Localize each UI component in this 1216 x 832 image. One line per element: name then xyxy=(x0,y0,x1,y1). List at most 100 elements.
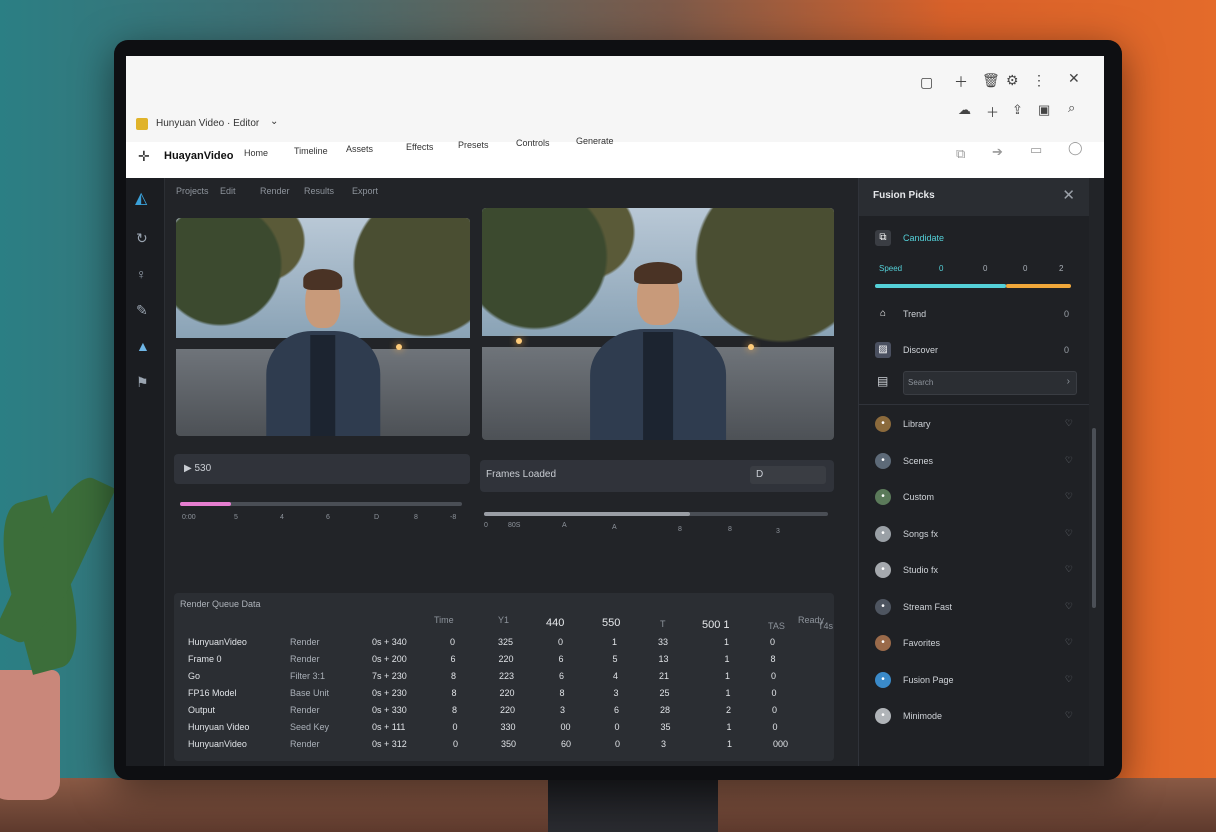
layout-icon[interactable]: ▭ xyxy=(1030,142,1042,158)
heart-icon[interactable]: ♡ xyxy=(1065,418,1073,429)
chevron-down-icon[interactable]: ⌄ xyxy=(270,116,278,127)
row-name: Go xyxy=(188,671,201,681)
heart-icon[interactable]: ♡ xyxy=(1065,455,1073,466)
table-cell: 60 xyxy=(561,739,572,749)
add-icon[interactable]: ✛ xyxy=(138,148,150,165)
add-tab-icon[interactable]: ＋ xyxy=(954,72,968,92)
table-cell: 0 xyxy=(770,637,776,647)
discover-row[interactable]: ▨ Discover 0 xyxy=(873,342,1073,362)
candidate-row[interactable]: ⧉ Candidate xyxy=(873,230,1073,250)
trend-row[interactable]: ⌂ Trend 0 xyxy=(873,306,1073,326)
chevron-right-icon: › xyxy=(1066,376,1070,387)
table-row[interactable]: Frame 0 Render 0s + 200 6 220 6 5 13 1 8 xyxy=(174,654,834,670)
list-item[interactable]: • Custom ♡ xyxy=(873,489,1073,509)
list-item[interactable]: • Fusion Page ♡ xyxy=(873,671,1073,692)
menu-item-effects[interactable]: Effects xyxy=(406,142,433,152)
brush-icon[interactable]: ✎ xyxy=(136,302,148,319)
list-item[interactable]: • Studio fx ♡ xyxy=(873,562,1073,582)
heart-icon[interactable]: ♡ xyxy=(1065,637,1073,648)
settings-icon[interactable]: ⚙ xyxy=(1006,72,1019,89)
heart-icon[interactable]: ♡ xyxy=(1065,674,1073,685)
close-window-icon[interactable]: ✕ xyxy=(1068,70,1080,87)
heart-icon[interactable]: ♡ xyxy=(1065,710,1073,721)
subnav-item[interactable]: Edit xyxy=(220,186,236,196)
table-row[interactable]: Go Filter 3:1 7s + 230 8 223 6 4 21 1 0 xyxy=(174,671,834,687)
logo-icon: ◭ xyxy=(135,190,148,207)
video-preview-right[interactable] xyxy=(482,208,834,440)
shape-icon[interactable]: ⚑ xyxy=(136,374,149,391)
table-cell: 0 xyxy=(772,705,778,715)
clock-icon[interactable]: ↻ xyxy=(136,230,148,247)
timeline-left[interactable] xyxy=(180,502,462,506)
list-item-label: Custom xyxy=(903,492,935,502)
frames-panel: Frames Loaded D xyxy=(480,460,834,492)
table-row[interactable]: FP16 Model Base Unit 0s + 230 8 220 8 3 25 1 0 xyxy=(174,688,834,704)
timeline-tick: 3 xyxy=(776,528,780,535)
subnav-item[interactable]: Projects xyxy=(176,186,209,196)
screenshot-icon[interactable]: ⧉ xyxy=(956,146,965,162)
drop-icon[interactable]: ▲ xyxy=(136,338,150,354)
scrollbar[interactable] xyxy=(1092,428,1096,608)
share-icon[interactable]: ⇪ xyxy=(1012,102,1023,118)
list-item[interactable]: • Songs fx ♡ xyxy=(873,525,1073,546)
menu-item-home[interactable]: Home xyxy=(244,148,268,158)
menu-item-presets[interactable]: Presets xyxy=(458,140,489,150)
timeline-right[interactable] xyxy=(484,512,828,516)
list-item[interactable]: • Library ♡ xyxy=(873,416,1073,436)
power-icon[interactable]: ◯ xyxy=(1068,140,1083,156)
timeline-tick: 8 xyxy=(414,514,418,521)
menu-item-controls[interactable]: Controls xyxy=(516,138,550,148)
list-item-label: Stream Fast xyxy=(903,601,953,612)
list-item-icon: • xyxy=(875,489,891,505)
list-item[interactable]: • Favorites ♡ xyxy=(873,635,1073,655)
table-cell: 000 xyxy=(773,739,789,749)
menu-item-timeline[interactable]: Timeline xyxy=(294,146,328,156)
subnav-item[interactable]: Render xyxy=(260,186,290,196)
subnav-item[interactable]: Export xyxy=(352,186,378,196)
add-icon[interactable]: ＋ xyxy=(986,102,999,121)
timeline-tick: 4 xyxy=(280,514,284,521)
table-cell: 0s + 200 xyxy=(372,654,407,664)
video-preview-left[interactable] xyxy=(176,218,470,436)
forward-icon[interactable]: ➔ xyxy=(992,144,1003,160)
timeline-tick: 5 xyxy=(234,514,238,521)
heart-icon[interactable]: ♡ xyxy=(1065,528,1073,539)
search-input[interactable]: Search › xyxy=(903,371,1077,395)
table-row[interactable]: Output Render 0s + 330 8 220 3 6 28 2 0 xyxy=(174,705,834,721)
search-icon[interactable]: ⌕ xyxy=(1068,100,1075,116)
heart-icon[interactable]: ♡ xyxy=(1065,564,1073,575)
frames-button[interactable]: D xyxy=(750,466,826,484)
app-logo-icon xyxy=(136,118,148,130)
playback-control[interactable]: ▶ 530 xyxy=(174,454,470,484)
subnav-item[interactable]: Results xyxy=(304,186,334,196)
render-queue-table: Render Queue Data Ready Time Y1 440 550 … xyxy=(174,593,834,761)
table-cell: 35 xyxy=(660,722,671,732)
trash-icon[interactable]: 🗑 xyxy=(982,72,1000,89)
column-header: 550 xyxy=(602,617,621,629)
progress-tick: 0 xyxy=(939,264,944,273)
play-label[interactable]: ▶ 530 xyxy=(184,463,211,474)
table-cell: 0 xyxy=(450,637,456,647)
list-item[interactable]: • Scenes ♡ xyxy=(873,452,1073,473)
progress-tick: 0 xyxy=(983,264,988,273)
menu-icon[interactable]: ⋮ xyxy=(1032,72,1046,89)
table-row[interactable]: HunyuanVideo Render 0s + 340 0 325 0 1 33 1 0 xyxy=(174,637,834,653)
close-icon[interactable]: ✕ xyxy=(1062,186,1075,204)
table-row[interactable]: HunyuanVideo Render 0s + 312 0 350 60 0 3 1 000 xyxy=(174,739,834,755)
table-row[interactable]: Hunyuan Video Seed Key 0s + 111 0 330 00 0 35 1 0 xyxy=(174,722,834,738)
table-cell: 21 xyxy=(659,671,670,681)
table-cell: Filter 3:1 xyxy=(290,671,326,681)
timeline-tick: 0 xyxy=(484,522,488,529)
balloon-icon[interactable]: ♀ xyxy=(136,266,147,282)
list-item[interactable]: • Minimode ♡ xyxy=(873,708,1073,728)
menu-item-generate[interactable]: Generate xyxy=(576,136,614,146)
frames-label: Frames Loaded xyxy=(486,469,557,480)
tab-title[interactable]: Hunyuan Video · Editor xyxy=(156,118,259,129)
cloud-icon[interactable]: ☁ xyxy=(958,102,971,118)
list-item[interactable]: • Stream Fast ♡ xyxy=(873,598,1073,619)
heart-icon[interactable]: ♡ xyxy=(1065,491,1073,502)
menu-item-assets[interactable]: Assets xyxy=(346,144,373,154)
window-control-icon[interactable]: ▢ xyxy=(920,74,933,91)
bag-icon[interactable]: ▣ xyxy=(1038,102,1050,118)
heart-icon[interactable]: ♡ xyxy=(1065,601,1073,612)
